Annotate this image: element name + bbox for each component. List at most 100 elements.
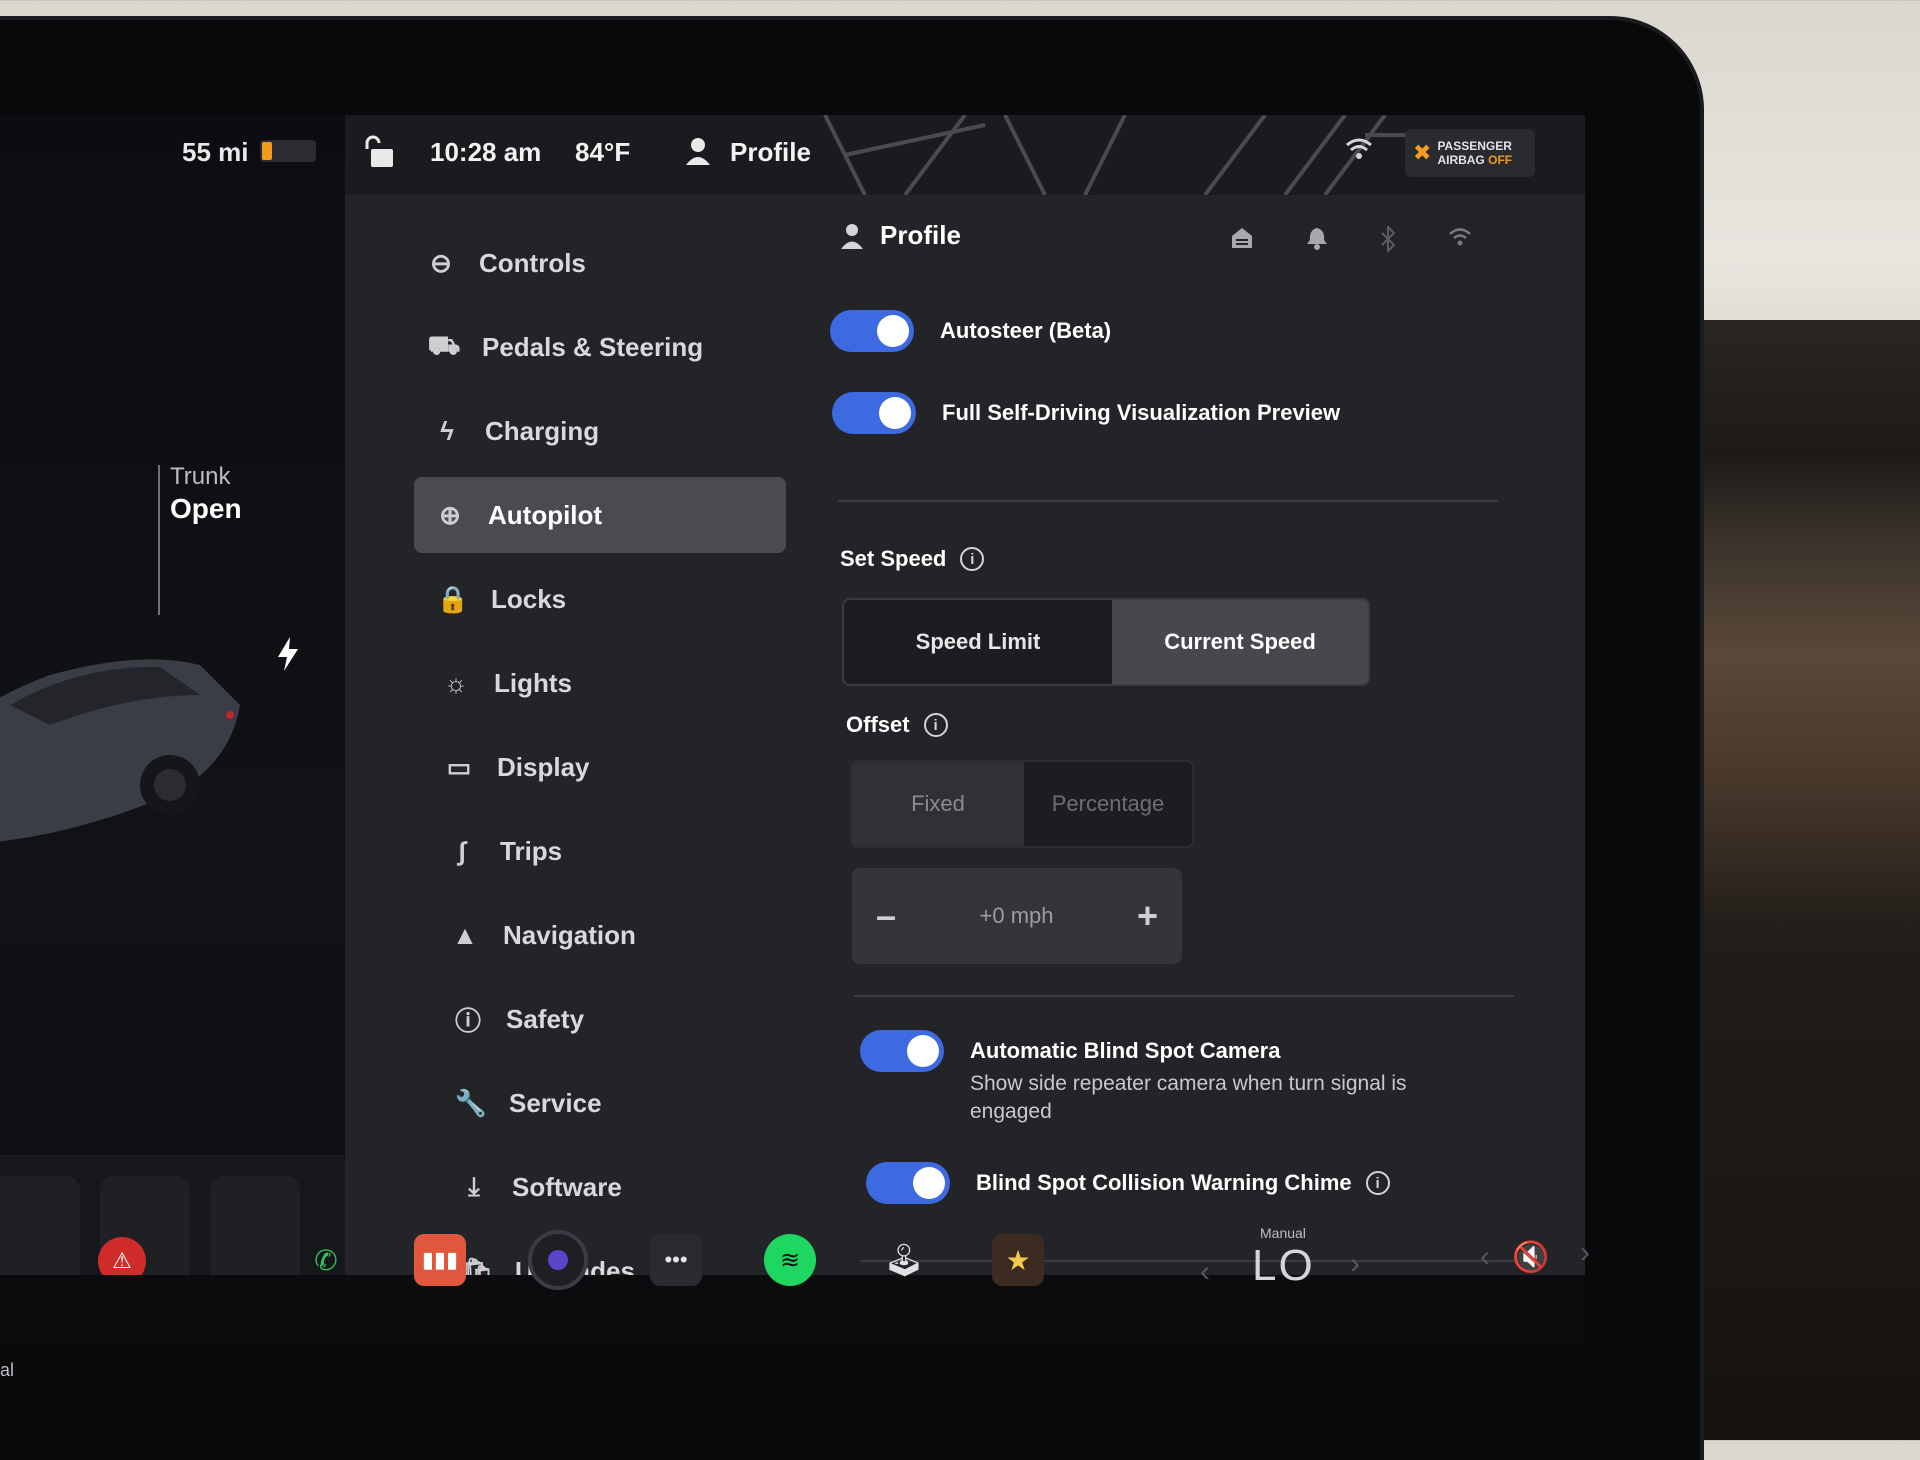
- autosteer-row: Autosteer (Beta): [830, 310, 1111, 352]
- nav-item-charging[interactable]: ϟ Charging: [411, 393, 785, 469]
- nav-item-label: Safety: [506, 1003, 585, 1034]
- nav-item-label: Pedals & Steering: [482, 331, 704, 362]
- profile-header[interactable]: Profile: [840, 220, 961, 251]
- nav-item-trips[interactable]: ∫ Trips: [426, 813, 785, 889]
- increase-button[interactable]: +: [1137, 895, 1158, 937]
- profile-button[interactable]: Profile: [730, 137, 811, 168]
- divider: [838, 500, 1498, 502]
- car-icon: ⛟: [427, 329, 461, 360]
- autosteer-label: Autosteer (Beta): [940, 318, 1112, 343]
- steering-wheel-icon: ⊕: [439, 499, 461, 530]
- blind-spot-camera-row: Automatic Blind Spot Camera Show side re…: [860, 1030, 1450, 1126]
- wifi-settings-icon[interactable]: [1448, 226, 1472, 248]
- nav-item-label: Locks: [491, 583, 567, 614]
- nav-item-display[interactable]: ▭ Display: [423, 729, 785, 805]
- nav-item-label: Charging: [485, 415, 600, 446]
- nav-item-lights[interactable]: ☼ Lights: [420, 645, 785, 721]
- info-icon[interactable]: i: [960, 547, 985, 571]
- header-icons: [1230, 226, 1472, 252]
- percentage-option[interactable]: Percentage: [1024, 762, 1192, 846]
- nav-item-pedals-steering[interactable]: ⛟ Pedals & Steering: [408, 309, 785, 385]
- toggle-icon: ⊖: [430, 247, 452, 278]
- nav-item-navigation[interactable]: ▲ Navigation: [429, 897, 785, 973]
- offset-value: +0 mph: [979, 903, 1054, 928]
- blind-spot-chime-row: Blind Spot Collision Warning Chime i: [866, 1162, 1390, 1204]
- app-launcher: ✆ ▮▮▮ ••• ≋ 🕹 ★: [300, 1230, 1044, 1290]
- spotify-icon[interactable]: ≋: [764, 1234, 816, 1286]
- info-icon[interactable]: i: [923, 713, 948, 737]
- chevron-left-icon[interactable]: ‹: [1480, 1240, 1490, 1274]
- profile-icon[interactable]: [685, 137, 711, 165]
- charge-port-icon[interactable]: [276, 637, 300, 671]
- decrease-button[interactable]: –: [876, 895, 896, 937]
- blind-spot-chime-toggle[interactable]: [866, 1162, 950, 1204]
- wifi-icon: [1346, 138, 1372, 159]
- passenger-airbag-indicator: ✖ PASSENGER AIRBAG OFF: [1405, 129, 1535, 177]
- nav-item-software[interactable]: ⤓ Software: [438, 1149, 785, 1225]
- lock-icon: 🔒: [436, 583, 470, 614]
- touchscreen: 55 mi Trunk Open ⚠ 10:28 am 84°F Profile…: [0, 115, 1585, 1345]
- trunk-open-button[interactable]: Open: [170, 493, 242, 525]
- fsd-preview-row: Full Self-Driving Visualization Preview: [832, 392, 1340, 434]
- display-icon: ▭: [446, 751, 472, 782]
- fsd-preview-label: Full Self-Driving Visualization Preview: [942, 400, 1341, 425]
- fixed-option[interactable]: Fixed: [852, 762, 1024, 846]
- climate-mode: Manual: [1260, 1225, 1306, 1241]
- nav-item-label: Display: [497, 751, 590, 782]
- autosteer-toggle[interactable]: [830, 310, 914, 352]
- unlock-icon[interactable]: [0, 491, 6, 531]
- car-model-image: [0, 659, 240, 842]
- offset-label: Offset: [846, 712, 910, 737]
- dock-left-fragment: al: [0, 1360, 15, 1380]
- clock: 10:28 am: [430, 137, 542, 167]
- temperature-setting: LO: [1252, 1241, 1315, 1290]
- settings-nav: ⊖ Controls ⛟ Pedals & Steering ϟ Charging ⊕ Aut…: [405, 225, 786, 1317]
- more-apps-icon[interactable]: •••: [650, 1234, 702, 1286]
- blind-spot-camera-toggle[interactable]: [860, 1030, 944, 1072]
- fsd-preview-toggle[interactable]: [832, 392, 916, 434]
- profile-title: Profile: [880, 220, 961, 250]
- garage-icon[interactable]: [1230, 226, 1254, 250]
- chevron-left-icon[interactable]: ‹: [1200, 1255, 1210, 1289]
- nav-item-autopilot[interactable]: ⊕ Autopilot: [414, 477, 786, 553]
- chevron-right-icon[interactable]: ›: [1580, 1236, 1590, 1270]
- divider: [854, 995, 1514, 997]
- offset-selector: Fixed Percentage: [850, 760, 1194, 848]
- volume-muted-icon[interactable]: 🔇: [1512, 1240, 1549, 1275]
- airbag-icon: ✖: [1413, 140, 1432, 165]
- bell-icon[interactable]: [1306, 226, 1328, 250]
- offset-title: Offset i: [846, 712, 948, 738]
- nav-item-label: Autopilot: [488, 499, 603, 530]
- nav-item-service[interactable]: 🔧 Service: [435, 1065, 785, 1141]
- unlock-status-icon[interactable]: [365, 135, 395, 169]
- speed-limit-option[interactable]: Speed Limit: [844, 600, 1112, 684]
- sun-icon: ☼: [444, 667, 468, 698]
- nav-item-label: Navigation: [503, 919, 636, 950]
- wrench-icon: 🔧: [454, 1087, 488, 1118]
- airbag-state: OFF: [1488, 153, 1513, 167]
- current-speed-option[interactable]: Current Speed: [1112, 600, 1368, 684]
- blind-spot-chime-label: Blind Spot Collision Warning Chime: [976, 1170, 1352, 1195]
- blind-spot-camera-description: Show side repeater camera when turn sign…: [970, 1072, 1407, 1123]
- car-panel: 55 mi Trunk Open ⚠: [0, 115, 370, 1345]
- camera-icon[interactable]: [528, 1230, 588, 1290]
- navigation-icon: ▲: [452, 919, 478, 950]
- airbag-line2: AIRBAG: [1437, 153, 1485, 167]
- nav-item-locks[interactable]: 🔒 Locks: [417, 561, 785, 637]
- nav-item-label: Software: [512, 1171, 622, 1202]
- nav-item-controls[interactable]: ⊖ Controls: [405, 225, 785, 301]
- outside-temperature: 84°F: [575, 137, 631, 167]
- nav-item-label: Controls: [479, 247, 586, 278]
- arcade-icon[interactable]: 🕹: [878, 1234, 930, 1286]
- phone-icon[interactable]: ✆: [300, 1234, 352, 1286]
- nav-item-safety[interactable]: ⓘ Safety: [432, 981, 785, 1057]
- info-icon[interactable]: i: [1365, 1171, 1390, 1195]
- set-speed-title: Set Speed i: [840, 546, 985, 572]
- chevron-right-icon[interactable]: ›: [1350, 1247, 1360, 1281]
- alert-icon: ⓘ: [454, 1005, 481, 1036]
- status-bar: 10:28 am 84°F Profile ✖ PASSENGER AIRBAG…: [345, 115, 1585, 195]
- bluetooth-icon[interactable]: [1380, 226, 1396, 252]
- range-readout: 55 mi: [182, 137, 249, 167]
- toybox-icon[interactable]: ★: [992, 1234, 1044, 1286]
- audio-app-icon[interactable]: ▮▮▮: [414, 1234, 466, 1286]
